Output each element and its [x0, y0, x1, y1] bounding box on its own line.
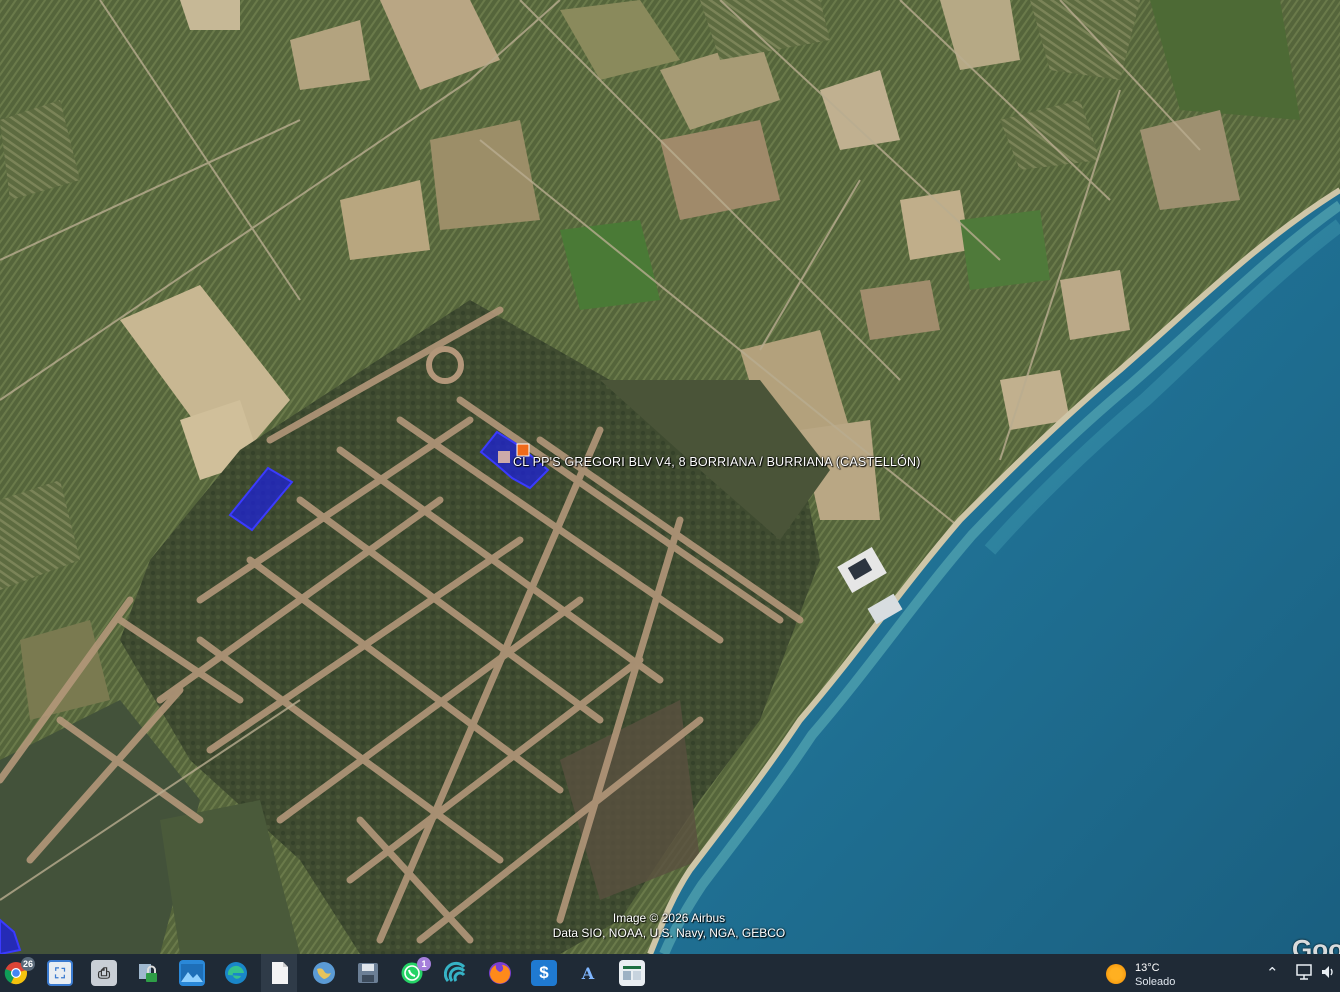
google-earth-button[interactable] [311, 960, 337, 986]
windows-taskbar: 26 ⛶ ⎙ 1 $ A 13°C Soleado ⌃ [0, 954, 1340, 992]
sync-app-icon: $ [539, 963, 549, 982]
chrome-badge: 26 [21, 957, 35, 971]
volume-icon[interactable] [1320, 963, 1338, 985]
font-app-icon: A [581, 963, 595, 983]
maps-app-icon: ⛶ [55, 964, 65, 981]
chevron-up-icon[interactable]: ⌃ [1266, 964, 1279, 982]
google-earth-icon [313, 962, 335, 984]
monitor-network-icon [1296, 964, 1312, 980]
file-icon [272, 962, 288, 984]
attribution-line-1: Image © 2026 Airbus [612, 911, 726, 925]
security-app-button[interactable] [135, 960, 161, 986]
spreadsheet-button[interactable] [619, 960, 645, 986]
speaker-icon [1322, 966, 1333, 978]
edge-icon [225, 962, 247, 984]
printer-button[interactable]: ⎙ [91, 960, 117, 986]
sunny-icon [1106, 964, 1126, 984]
firefox-icon [489, 962, 511, 984]
save-disk-icon [358, 963, 378, 983]
google-logo: Goo [1292, 934, 1340, 954]
photos-icon [181, 964, 203, 982]
network-app-button[interactable] [443, 960, 469, 986]
save-button[interactable] [355, 960, 381, 986]
firefox-button[interactable] [487, 960, 513, 986]
network-app-icon [444, 961, 466, 982]
file-button[interactable] [267, 960, 293, 986]
chrome-taskbar-button[interactable]: 26 [3, 957, 35, 986]
photos-button[interactable] [179, 960, 205, 986]
font-app-button[interactable]: A [575, 960, 601, 986]
map-attribution: Image © 2026 Airbus Data SIO, NOAA, U.S.… [544, 911, 794, 941]
satellite-map[interactable]: CL PP'S GREGORI BLV V4, 8 BORRIANA / BUR… [0, 0, 1340, 954]
weather-condition: Soleado [1135, 976, 1176, 988]
placemark-label[interactable]: CL PP'S GREGORI BLV V4, 8 BORRIANA / BUR… [513, 455, 921, 469]
map-imagery [0, 0, 1340, 954]
maps-app-button[interactable]: ⛶ [47, 960, 73, 986]
sync-app-button[interactable]: $ [531, 960, 557, 986]
printer-icon: ⎙ [97, 964, 110, 982]
attribution-line-2: Data SIO, NOAA, U.S. Navy, NGA, GEBCO [552, 926, 786, 940]
whatsapp-button[interactable]: 1 [399, 957, 431, 986]
weather-temperature: 13°C [1135, 962, 1160, 974]
whatsapp-badge: 1 [417, 957, 431, 971]
security-lock-icon [139, 964, 157, 982]
network-display-icon[interactable] [1296, 963, 1314, 985]
spreadsheet-icon [621, 964, 643, 982]
edge-button[interactable] [223, 960, 249, 986]
